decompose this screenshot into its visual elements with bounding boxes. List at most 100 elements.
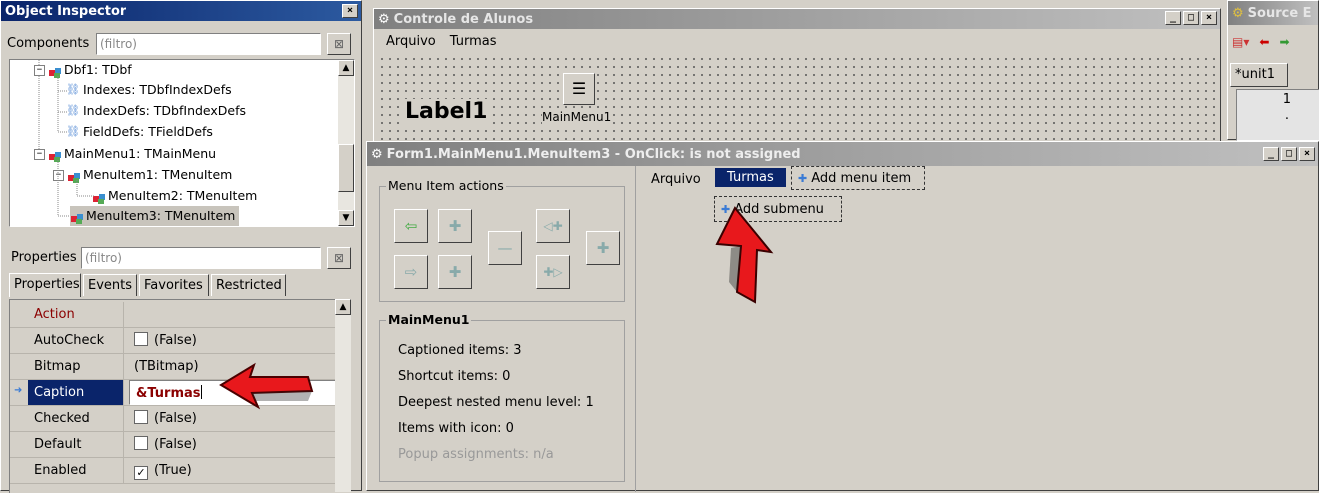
move-item-right-button[interactable]: ⇨ — [394, 255, 428, 289]
form-maximize-button[interactable]: □ — [1183, 11, 1199, 25]
tree-vertical-scrollbar[interactable]: ▲ ▼ — [338, 60, 354, 226]
add-menu-item-placeholder[interactable]: ✚ Add menu item — [791, 166, 925, 190]
scroll-up-button[interactable]: ▲ — [338, 60, 354, 76]
selected-row-marker-icon: ➜ — [14, 385, 23, 396]
preview-menu-arquivo[interactable]: Arquivo — [651, 172, 701, 187]
add-submenu-button[interactable]: ✚ — [586, 231, 620, 265]
preview-menu-turmas[interactable]: Turmas — [715, 168, 786, 187]
text-cursor — [200, 385, 202, 399]
toggle-view-icon[interactable]: ▤▾ — [1232, 35, 1249, 49]
tab-favorites[interactable]: Favorites — [139, 274, 209, 296]
property-value[interactable] — [128, 302, 336, 327]
form-menu-turmas[interactable]: Turmas — [450, 34, 497, 49]
object-inspector-titlebar[interactable]: Object Inspector × — [1, 1, 361, 21]
components-label: Components — [7, 36, 90, 51]
tree-item-label: MenuItem2: TMenuItem — [108, 188, 258, 203]
checkbox-checked[interactable]: ✓ — [134, 466, 148, 480]
properties-clear-filter-button[interactable]: ⊠ — [327, 247, 351, 269]
property-grid-scrollbar[interactable]: ▲ — [335, 299, 351, 492]
tree-connector-lines — [38, 60, 94, 217]
property-name: Checked — [28, 406, 124, 431]
line-marker: · — [1284, 112, 1289, 127]
source-code-area[interactable]: 1 · — [1236, 89, 1319, 141]
object-inspector-title: Object Inspector — [5, 3, 127, 19]
app-icon: ⚙ — [371, 146, 383, 162]
mainmenu-component-label: MainMenu1 — [542, 110, 612, 124]
menu-preview-area: Arquivo Turmas ✚ Add menu item ✚ Add sub… — [637, 166, 1317, 486]
checkbox-unchecked[interactable] — [134, 332, 148, 346]
scroll-down-button[interactable]: ▼ — [338, 210, 354, 226]
menu-editor-maximize-button[interactable]: □ — [1281, 147, 1297, 161]
components-clear-filter-button[interactable]: ⊠ — [327, 33, 351, 55]
add-item-right-button[interactable]: ✚▷ — [536, 255, 570, 289]
property-name: Default — [28, 432, 124, 457]
source-editor-toolbar: ▤▾ ⬅ ➡ — [1232, 35, 1290, 49]
stat-items-with-icon: Items with icon: 0 — [398, 421, 514, 436]
mainmenu-stats-group: MainMenu1 Captioned items: 3 Shortcut it… — [379, 312, 625, 482]
checkbox-unchecked[interactable] — [134, 410, 148, 424]
stat-captioned-items: Captioned items: 3 — [398, 343, 522, 358]
checkbox-unchecked[interactable] — [134, 436, 148, 450]
property-name: AutoCheck — [28, 328, 124, 353]
back-icon[interactable]: ⬅ — [1259, 35, 1269, 49]
scroll-thumb[interactable] — [338, 144, 354, 192]
mainmenu-component-icon[interactable]: ☰ — [563, 73, 595, 105]
property-value-text: (False) — [154, 333, 197, 348]
menu-editor-window: ⚙ Form1.MainMenu1.MenuItem3 - OnClick: i… — [366, 141, 1319, 492]
source-editor-titlebar[interactable]: ⚙ Source E — [1228, 1, 1318, 25]
form-close-button[interactable]: × — [1201, 11, 1217, 25]
move-item-left-button[interactable]: ⇦ — [394, 209, 428, 243]
stat-popup-assignments: Popup assignments: n/a — [398, 447, 554, 462]
menu-editor-minimize-button[interactable]: _ — [1263, 147, 1279, 161]
menu-editor-close-button[interactable]: × — [1299, 147, 1315, 161]
property-row-action[interactable]: Action — [10, 302, 336, 328]
menu-editor-title: Form1.MainMenu1.MenuItem3 - OnClick: is … — [386, 146, 801, 162]
add-item-below-button[interactable]: ✚ — [438, 255, 472, 289]
form-menu-arquivo[interactable]: Arquivo — [386, 34, 436, 49]
label1-component[interactable]: Label1 — [403, 99, 490, 124]
forward-icon[interactable]: ➡ — [1279, 35, 1289, 49]
properties-filter-label: Properties — [11, 250, 77, 265]
object-inspector-close-button[interactable]: × — [342, 4, 358, 18]
add-item-left-button[interactable]: ◁✚ — [536, 209, 570, 243]
form-minimize-button[interactable]: _ — [1165, 11, 1181, 25]
property-name: Bitmap — [28, 354, 124, 379]
caption-value: &Turmas — [136, 386, 201, 401]
property-value-text: (True) — [154, 463, 192, 478]
menu-editor-titlebar[interactable]: ⚙ Form1.MainMenu1.MenuItem3 - OnClick: i… — [367, 142, 1318, 166]
filter-clear-icon: ⊠ — [333, 37, 345, 51]
stat-shortcut-items: Shortcut items: 0 — [398, 369, 511, 384]
property-value[interactable]: ✓ (True) — [128, 458, 336, 483]
property-row-enabled[interactable]: Enabled ✓ (True) — [10, 458, 336, 484]
add-item-above-button[interactable]: ✚ — [438, 209, 472, 243]
app-icon: ⚙ — [378, 11, 390, 27]
property-row-autocheck[interactable]: AutoCheck (False) — [10, 328, 336, 354]
menu-item-actions-title: Menu Item actions — [386, 178, 506, 193]
inspector-tabs: Properties Events Favorites Restricted — [9, 273, 355, 298]
property-value[interactable]: (False) — [128, 328, 336, 353]
form-design-surface[interactable]: Label1 ☰ MainMenu1 — [378, 55, 1216, 147]
tab-restricted[interactable]: Restricted — [211, 274, 286, 296]
mainmenu-stats-title: MainMenu1 — [386, 312, 472, 327]
tab-events[interactable]: Events — [83, 274, 137, 296]
add-icon: ✚ — [798, 171, 808, 185]
filter-clear-icon: ⊠ — [333, 251, 345, 265]
properties-filter-input[interactable]: (filtro) — [81, 247, 321, 269]
form-titlebar[interactable]: ⚙ Controle de Alunos _ □ × — [374, 9, 1220, 29]
menu-editor-left-panel: Menu Item actions ⇦ ✚ ⇨ ✚ — ◁✚ ✚▷ ✚ Main… — [367, 166, 636, 492]
components-filter-input[interactable]: (filtro) — [96, 33, 321, 55]
property-value[interactable]: (False) — [128, 432, 336, 457]
object-inspector-window: Object Inspector × Components (filtro) ⊠… — [0, 0, 362, 493]
source-tab-unit1[interactable]: *unit1 — [1230, 63, 1288, 87]
form-title: Controle de Alunos — [393, 11, 534, 27]
form-window: ⚙ Controle de Alunos _ □ × Arquivo Turma… — [373, 8, 1221, 148]
annotation-arrow-icon — [715, 206, 774, 304]
source-editor-title: Source E — [1247, 5, 1312, 21]
delete-item-button[interactable]: — — [488, 231, 522, 265]
property-name: Enabled — [28, 458, 124, 483]
tab-properties[interactable]: Properties — [9, 273, 81, 297]
scroll-up-button[interactable]: ▲ — [335, 299, 351, 315]
components-filter-placeholder: (filtro) — [100, 37, 137, 51]
component-tree[interactable]: − Dbf1: TDbf ⛓ Indexes: TDbfIndexDefs ⛓ … — [9, 59, 355, 227]
property-row-default[interactable]: Default (False) — [10, 432, 336, 458]
